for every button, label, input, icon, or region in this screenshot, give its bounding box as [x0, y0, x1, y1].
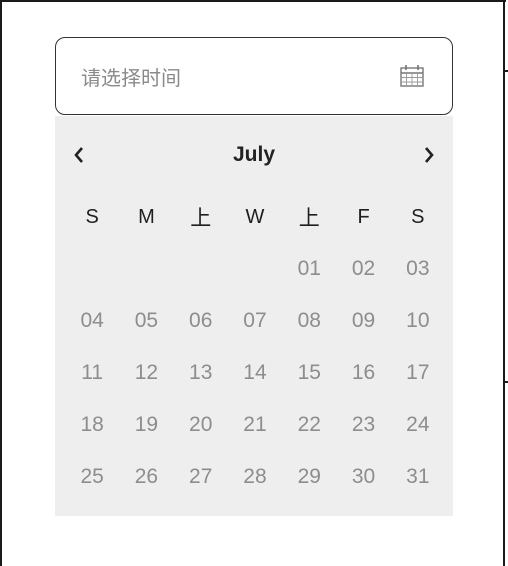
date-input[interactable]: 请选择时间 — [55, 37, 453, 115]
calendar-day[interactable]: 17 — [391, 361, 445, 385]
calendar-icon[interactable] — [399, 64, 425, 88]
weekday-label: M — [138, 205, 155, 228]
calendar-week-row: 04 05 06 07 08 09 10 — [65, 295, 445, 347]
calendar-day[interactable]: 25 — [65, 465, 119, 489]
calendar-day[interactable]: 18 — [65, 413, 119, 437]
chevron-right-icon[interactable] — [422, 145, 436, 165]
weekday-label: S — [411, 205, 425, 228]
calendar-day[interactable]: 28 — [228, 465, 282, 489]
calendar-day[interactable]: 01 — [282, 257, 336, 281]
calendar-day[interactable]: 04 — [65, 309, 119, 333]
date-input-placeholder: 请选择时间 — [81, 65, 181, 90]
weekday-label: 上 — [298, 206, 320, 230]
calendar-day[interactable]: 07 — [228, 309, 282, 333]
calendar-day[interactable]: 05 — [119, 309, 173, 333]
calendar-day[interactable]: 09 — [336, 309, 390, 333]
weekday-label: S — [85, 205, 99, 228]
chevron-left-icon[interactable] — [72, 145, 86, 165]
window-frame-right-edge — [503, 0, 505, 566]
calendar-grid: S M 上 W 上 F S 01 02 03 04 05 06 07 08 09 10 11 12 13… — [65, 191, 445, 503]
calendar-day[interactable]: 03 — [391, 257, 445, 281]
calendar-panel: July S M 上 W 上 F S 01 02 03 04 05 06 07 08 09 10 1… — [55, 116, 453, 516]
calendar-day[interactable]: 06 — [174, 309, 228, 333]
calendar-day[interactable]: 19 — [119, 413, 173, 437]
calendar-day[interactable]: 29 — [282, 465, 336, 489]
calendar-week-row: 18 19 20 21 22 23 24 — [65, 399, 445, 451]
month-title: July — [232, 143, 276, 166]
calendar-day[interactable]: 27 — [174, 465, 228, 489]
calendar-day[interactable]: 30 — [336, 465, 390, 489]
calendar-week-row: 11 12 13 14 15 16 17 — [65, 347, 445, 399]
calendar-day[interactable]: 13 — [174, 361, 228, 385]
calendar-day[interactable]: 11 — [65, 361, 119, 385]
calendar-day[interactable]: 10 — [391, 309, 445, 333]
weekday-label: 上 — [190, 206, 212, 230]
calendar-day[interactable]: 15 — [282, 361, 336, 385]
calendar-day[interactable]: 24 — [391, 413, 445, 437]
calendar-nav: July — [55, 138, 453, 172]
calendar-day[interactable]: 12 — [119, 361, 173, 385]
calendar-week-row: 25 26 27 28 29 30 31 — [65, 451, 445, 503]
calendar-day[interactable]: 23 — [336, 413, 390, 437]
calendar-day[interactable]: 21 — [228, 413, 282, 437]
calendar-day[interactable]: 22 — [282, 413, 336, 437]
calendar-day[interactable]: 08 — [282, 309, 336, 333]
calendar-day[interactable]: 02 — [336, 257, 390, 281]
weekday-header: S M 上 W 上 F S — [65, 191, 445, 243]
calendar-day[interactable]: 20 — [174, 413, 228, 437]
calendar-day[interactable]: 31 — [391, 465, 445, 489]
calendar-day[interactable]: 14 — [228, 361, 282, 385]
calendar-week-row: 01 02 03 — [65, 243, 445, 295]
calendar-day[interactable]: 26 — [119, 465, 173, 489]
calendar-day[interactable]: 16 — [336, 361, 390, 385]
weekday-label: W — [245, 205, 265, 228]
weekday-label: F — [357, 205, 370, 228]
